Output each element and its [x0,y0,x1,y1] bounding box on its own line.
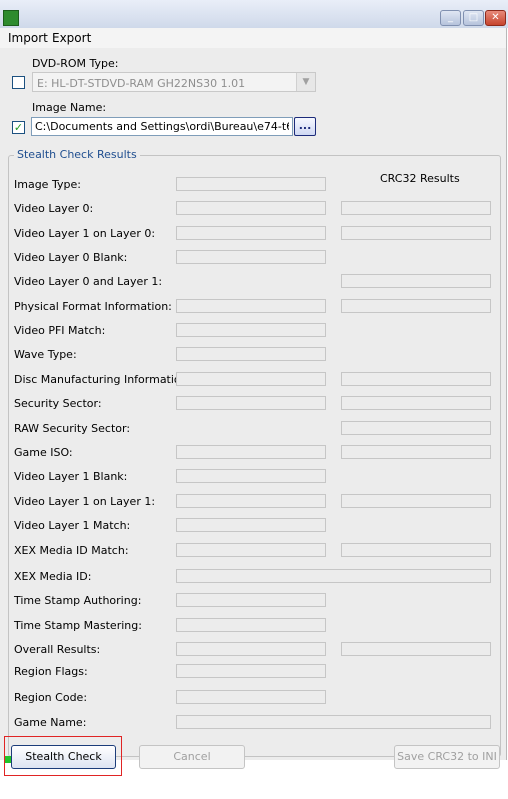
minimize-icon[interactable]: _ [440,10,461,26]
result-label: Video Layer 1 Blank: [14,470,128,483]
result-value-field [176,543,326,557]
save-crc32-button[interactable]: Save CRC32 to INI [394,745,500,769]
cancel-button[interactable]: Cancel [139,745,245,769]
result-value-field [176,494,326,508]
result-label: Overall Results: [14,643,101,656]
result-value-field [176,593,326,607]
result-value-field [176,715,491,729]
result-label: Image Type: [14,178,81,191]
result-value-field [176,664,326,678]
crc32-value-field [341,396,491,410]
app-window: _ □ ✕ Import Export DVD-ROM Type: E: HL-… [0,0,508,799]
result-value-field [176,372,326,386]
crc32-value-field [341,494,491,508]
result-value-field [176,226,326,240]
result-label: Video Layer 1 Match: [14,519,131,532]
result-label: Region Flags: [14,665,88,678]
client-area: Import Export DVD-ROM Type: E: HL-DT-STD… [0,28,507,776]
result-value-field [176,177,326,191]
result-label: Video Layer 0: [14,202,94,215]
crc32-value-field [341,226,491,240]
crc32-value-field [341,201,491,215]
result-label: Region Code: [14,691,88,704]
result-label: Security Sector: [14,397,102,410]
result-value-field [176,469,326,483]
result-value-field [176,323,326,337]
title-bar: _ □ ✕ [0,0,508,28]
image-path-input[interactable] [31,117,293,136]
highlight-box [4,736,122,776]
menu-export[interactable]: Export [52,31,91,45]
result-value-field [176,569,491,583]
crc32-value-field [341,274,491,288]
app-icon [3,10,19,26]
result-label: Video Layer 0 and Layer 1: [14,275,163,288]
result-label: XEX Media ID Match: [14,544,129,557]
close-icon[interactable]: ✕ [485,10,506,26]
crc32-value-field [341,421,491,435]
result-label: RAW Security Sector: [14,422,131,435]
result-label: Game Name: [14,716,87,729]
result-value-field [176,201,326,215]
results-group-title: Stealth Check Results [14,148,140,161]
dvd-rom-selected-value: E: HL-DT-STDVD-RAM GH22NS30 1.01 [37,77,246,90]
crc32-value-field [341,299,491,313]
result-value-field [176,618,326,632]
result-label: Video PFI Match: [14,324,106,337]
result-label: Time Stamp Mastering: [14,619,142,632]
result-label: Physical Format Information: [14,300,172,313]
crc32-header: CRC32 Results [380,172,460,185]
image-name-checkbox[interactable]: ✓ [12,121,25,134]
result-label: Video Layer 0 Blank: [14,251,128,264]
chevron-down-icon: ▼ [296,73,315,91]
crc32-value-field [341,543,491,557]
result-value-field [176,642,326,656]
menu-bar: Import Export [0,28,506,48]
maximize-icon[interactable]: □ [463,10,484,26]
result-label: Video Layer 1 on Layer 1: [14,495,156,508]
crc32-value-field [341,372,491,386]
result-label: Video Layer 1 on Layer 0: [14,227,156,240]
image-name-label: Image Name: [32,101,107,114]
result-label: Wave Type: [14,348,77,361]
result-label: Game ISO: [14,446,73,459]
result-value-field [176,299,326,313]
menu-import[interactable]: Import [8,31,48,45]
result-label: Time Stamp Authoring: [14,594,142,607]
result-value-field [176,347,326,361]
result-label: XEX Media ID: [14,570,92,583]
result-value-field [176,518,326,532]
dvd-rom-checkbox[interactable] [12,76,25,89]
result-value-field [176,396,326,410]
browse-button[interactable]: ... [294,117,316,136]
crc32-value-field [341,642,491,656]
dvd-rom-select[interactable]: E: HL-DT-STDVD-RAM GH22NS30 1.01 ▼ [32,72,316,92]
result-value-field [176,250,326,264]
dvd-rom-type-label: DVD-ROM Type: [32,57,119,70]
result-value-field [176,690,326,704]
result-value-field [176,445,326,459]
result-label: Disc Manufacturing Information: [14,373,192,386]
crc32-value-field [341,445,491,459]
